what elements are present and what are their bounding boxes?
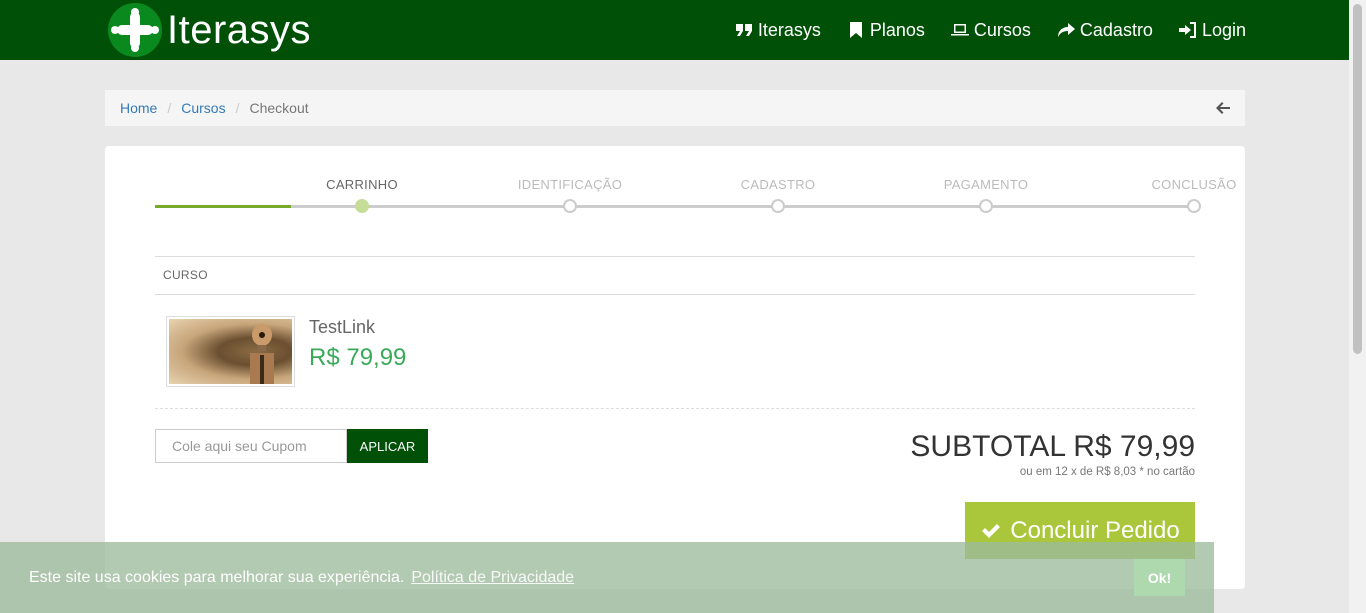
nav-item-planos[interactable]: Planos <box>847 20 925 41</box>
step-identificacao: IDENTIFICAÇÃO <box>490 176 650 213</box>
brand-logo-link[interactable]: Iterasys <box>107 2 311 58</box>
step-dot <box>1187 199 1201 213</box>
breadcrumb-home[interactable]: Home <box>120 100 157 116</box>
main-nav: Iterasys Planos Cursos Cadastro Login <box>735 0 1246 60</box>
brand-name: Iterasys <box>167 7 312 52</box>
scrollbar-thumb[interactable] <box>1353 4 1362 354</box>
step-label: CADASTRO <box>740 177 816 192</box>
step-dot <box>355 199 369 213</box>
breadcrumb-cursos[interactable]: Cursos <box>181 100 225 116</box>
breadcrumb: Home / Cursos / Checkout <box>105 90 1245 126</box>
course-thumbnail[interactable] <box>166 316 295 387</box>
subtotal: SUBTOTAL R$ 79,99 <box>910 430 1195 463</box>
step-pagamento: PAGAMENTO <box>906 176 1066 213</box>
nav-item-cursos[interactable]: Cursos <box>950 19 1031 41</box>
nav-item-label: Cadastro <box>1079 19 1153 40</box>
nav-item-label: Login <box>1201 19 1246 40</box>
cookie-message: Este site usa cookies para melhorar sua … <box>29 568 405 586</box>
nav-item-label: Cursos <box>973 19 1031 40</box>
page-scrollbar[interactable] <box>1349 0 1366 613</box>
installments-info: ou em 12 x de R$ 8,03 * no cartão <box>1019 466 1195 478</box>
steps-progress <box>155 205 291 208</box>
arrow-left-icon[interactable] <box>1215 100 1231 116</box>
cart-table-header: CURSO <box>155 256 1195 295</box>
nav-item-label: Iterasys <box>757 19 821 40</box>
share-icon <box>1057 23 1075 37</box>
coupon-form: APLICAR <box>155 429 428 463</box>
step-conclusao: CONCLUSÃO <box>1114 176 1274 213</box>
laptop-icon <box>950 24 969 36</box>
breadcrumb-separator: / <box>167 100 172 116</box>
crash-test-dummy-icon <box>250 324 274 384</box>
sign-in-icon <box>1178 22 1196 38</box>
nav-item-label: Planos <box>869 19 925 40</box>
nav-item-login[interactable]: Login <box>1178 19 1246 41</box>
checkout-card: CARRINHO IDENTIFICAÇÃO CADASTRO PAGAMENT… <box>105 146 1245 589</box>
cart-item-row: TestLink R$ 79,99 <box>155 295 1195 409</box>
step-dot <box>563 199 577 213</box>
step-label: CARRINHO <box>326 177 398 192</box>
check-icon <box>982 523 1001 538</box>
step-cadastro: CADASTRO <box>698 176 858 213</box>
cookie-ok-button[interactable]: Ok! <box>1134 559 1185 596</box>
nav-item-iterasys[interactable]: Iterasys <box>735 20 821 41</box>
coupon-input[interactable] <box>155 429 347 463</box>
finish-order-label: Concluir Pedido <box>1010 516 1180 544</box>
step-label: CONCLUSÃO <box>1151 177 1237 192</box>
privacy-policy-link[interactable]: Política de Privacidade <box>411 569 574 587</box>
nav-item-cadastro[interactable]: Cadastro <box>1057 20 1153 41</box>
step-dot <box>979 199 993 213</box>
bookmark-icon <box>849 22 862 38</box>
course-price: R$ 79,99 <box>309 344 407 371</box>
step-label: IDENTIFICAÇÃO <box>517 177 623 192</box>
cookie-consent-bar: Este site usa cookies para melhorar sua … <box>0 542 1214 613</box>
breadcrumb-separator: / <box>235 100 240 116</box>
apply-coupon-button[interactable]: APLICAR <box>347 429 428 463</box>
step-carrinho: CARRINHO <box>282 176 442 213</box>
quote-icon <box>735 24 752 36</box>
step-label: PAGAMENTO <box>943 177 1029 192</box>
checkout-steps: CARRINHO IDENTIFICAÇÃO CADASTRO PAGAMENT… <box>155 176 1236 216</box>
course-name[interactable]: TestLink <box>309 317 375 338</box>
top-navbar: Iterasys Iterasys Planos Cursos Cadastro… <box>0 0 1349 60</box>
iterasys-logo-icon <box>107 2 163 58</box>
course-image <box>169 319 292 384</box>
step-dot <box>771 199 785 213</box>
breadcrumb-current: Checkout <box>249 100 309 116</box>
